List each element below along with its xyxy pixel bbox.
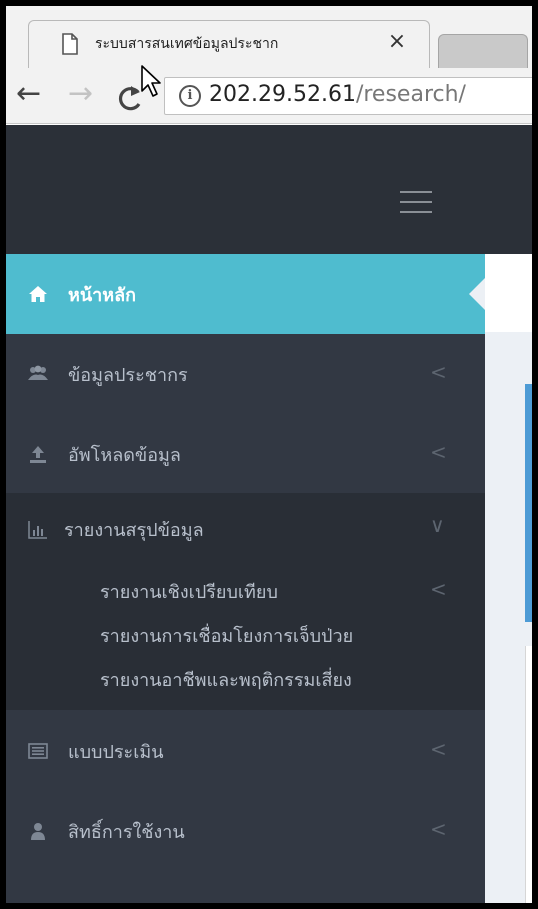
url-text: 202.29.52.61/research/ [209, 82, 466, 107]
browser-tab[interactable]: ระบบสารสนเทศข้อมูลประชาก × [28, 20, 430, 68]
submenu-item-occupation-risk[interactable]: รายงานอาชีพและพฤติกรรมเสี่ยง [100, 665, 352, 694]
back-icon[interactable]: ← [16, 76, 41, 111]
forward-icon[interactable]: → [68, 76, 93, 111]
mouse-cursor-icon [141, 65, 161, 97]
home-icon [29, 286, 47, 302]
browser-window: ระบบสารสนเทศข้อมูลประชาก × ← → i 202.29.… [6, 6, 532, 903]
bar-chart-icon [28, 521, 47, 539]
sidebar-item-label: ข้อมูลประชากร [68, 365, 188, 386]
sidebar: หน้าหลัก ข้อมูลประชากร < อัพโหลดข้อมูล < [6, 254, 485, 903]
submenu-item-comparison[interactable]: รายงานเชิงเปรียบเทียบ [100, 577, 278, 606]
sidebar-item-label: หน้าหลัก [68, 285, 137, 306]
sidebar-item-population[interactable]: ข้อมูลประชากร < [6, 334, 485, 414]
content-panel [525, 646, 532, 903]
sidebar-item-label: แบบประเมิน [68, 742, 164, 763]
info-box [525, 384, 532, 622]
url-path: /research/ [355, 82, 466, 107]
tab-close-icon[interactable]: × [385, 29, 409, 54]
chevron-left-icon: < [430, 817, 447, 841]
menu-toggle-icon[interactable] [400, 191, 432, 215]
url-host: 202.29.52.61 [209, 82, 356, 107]
browser-toolbar: ← → i 202.29.52.61/research/ [6, 68, 532, 124]
reports-submenu: รายงานเชิงเปรียบเทียบ < รายงานการเชื่อมโ… [6, 571, 485, 710]
content-header [485, 254, 532, 332]
sidebar-item-label: อัพโหลดข้อมูล [68, 445, 181, 466]
address-bar[interactable]: i 202.29.52.61/research/ [164, 77, 532, 115]
sidebar-item-permissions[interactable]: สิทธิ์การใช้งาน < [6, 791, 485, 871]
chevron-down-icon: ∨ [430, 513, 445, 537]
sidebar-item-assessment[interactable]: แบบประเมิน < [6, 711, 485, 791]
upload-icon [30, 446, 46, 463]
list-icon [28, 743, 48, 759]
tab-title: ระบบสารสนเทศข้อมูลประชาก [95, 36, 279, 52]
main-content [485, 254, 532, 903]
chevron-left-icon: < [430, 737, 447, 761]
chevron-left-icon: < [430, 360, 447, 384]
app-header [6, 125, 532, 254]
users-icon [28, 365, 48, 380]
page-icon [62, 33, 78, 55]
user-icon [31, 823, 45, 840]
tab-strip: ระบบสารสนเทศข้อมูลประชาก × [6, 6, 532, 68]
sidebar-item-label: รายงานสรุปข้อมูล [64, 520, 204, 541]
sidebar-item-upload[interactable]: อัพโหลดข้อมูล < [6, 414, 485, 494]
new-tab-button[interactable] [438, 34, 528, 68]
chevron-left-icon: < [430, 440, 447, 464]
sidebar-item-label: สิทธิ์การใช้งาน [68, 822, 185, 843]
submenu-item-illness-link[interactable]: รายงานการเชื่อมโยงการเจ็บป่วย [100, 621, 353, 650]
sidebar-item-reports[interactable]: รายงานสรุปข้อมูล ∨ [6, 493, 485, 571]
sidebar-item-home[interactable]: หน้าหลัก [6, 254, 485, 334]
chevron-left-icon: < [430, 577, 447, 601]
active-indicator [469, 278, 485, 310]
info-icon[interactable]: i [179, 85, 201, 107]
